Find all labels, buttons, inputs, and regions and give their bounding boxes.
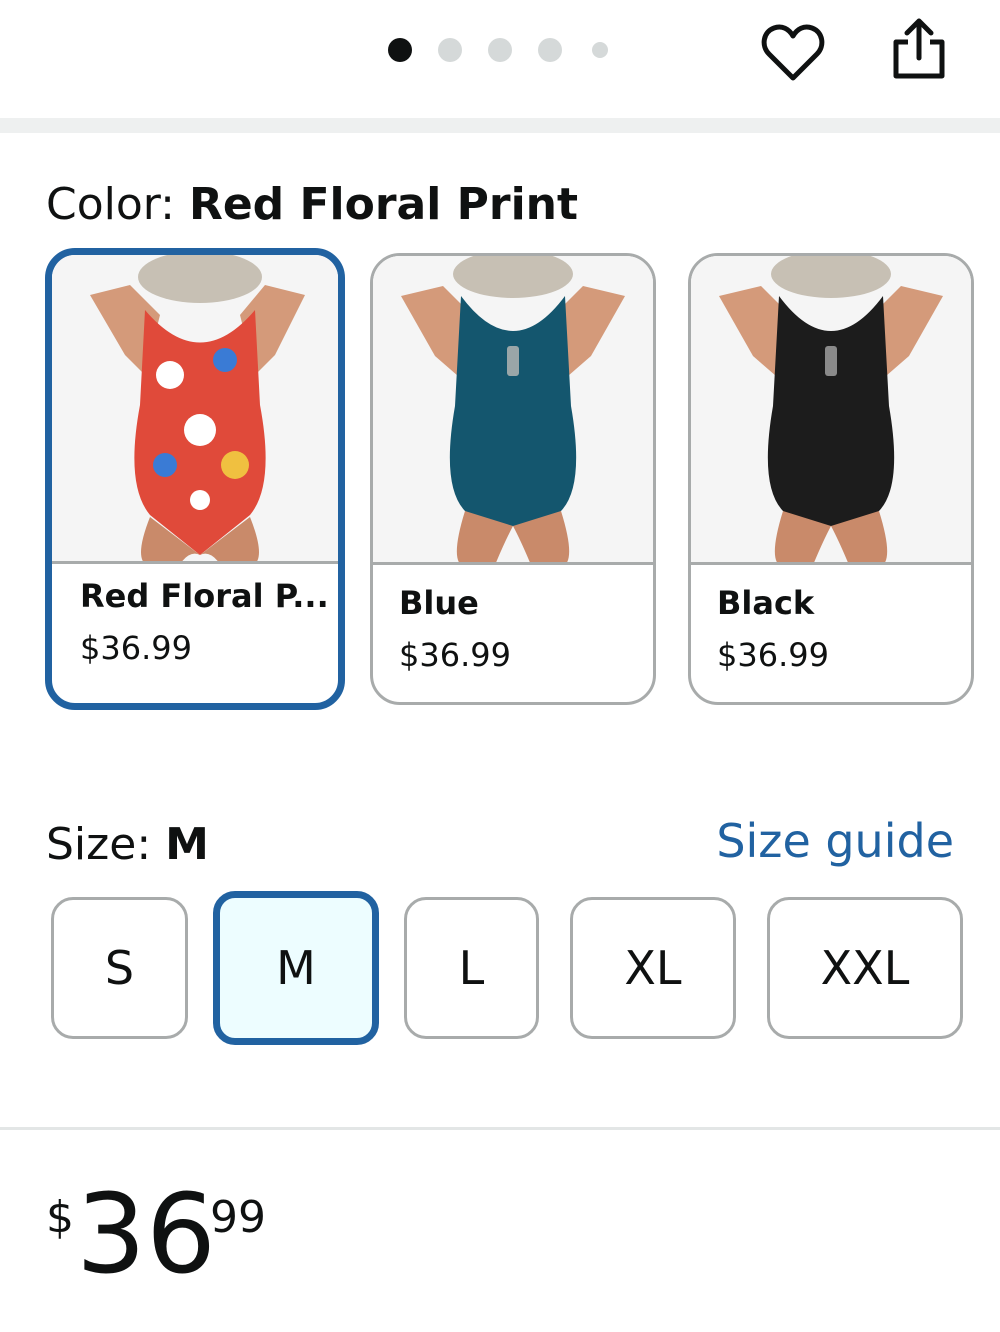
color-option-price: $36.99 (399, 636, 511, 674)
share-icon (893, 18, 945, 79)
product-thumbnail (52, 255, 338, 564)
product-thumbnail (373, 256, 653, 565)
color-option-name: Red Floral P... (80, 577, 329, 615)
top-bar (0, 0, 1000, 118)
color-option-price: $36.99 (717, 636, 829, 674)
wishlist-button[interactable] (760, 20, 826, 86)
size-heading: Size: M (46, 818, 209, 872)
color-option-blue[interactable]: Blue $36.99 (370, 253, 656, 705)
price-currency-symbol: $ (46, 1192, 74, 1243)
size-guide-link[interactable]: Size guide (716, 814, 954, 868)
size-option-l[interactable]: L (404, 897, 539, 1039)
carousel-dot-active[interactable] (388, 38, 412, 62)
color-option-black[interactable]: Black $36.99 (688, 253, 974, 705)
color-option-red-floral[interactable]: Red Floral P... $36.99 (45, 248, 345, 710)
color-option-name: Black (717, 584, 815, 622)
color-label: Color: (46, 179, 175, 230)
size-option-xl[interactable]: XL (570, 897, 736, 1039)
product-thumbnail (691, 256, 971, 565)
share-button[interactable] (888, 16, 950, 82)
image-carousel-indicator[interactable] (388, 37, 634, 63)
size-label: Size: (46, 819, 152, 870)
size-option-m[interactable]: M (213, 891, 379, 1045)
size-option-s[interactable]: S (51, 897, 188, 1039)
color-heading: Color: Red Floral Print (46, 178, 578, 232)
carousel-dot[interactable] (488, 38, 512, 62)
color-option-price: $36.99 (80, 629, 192, 667)
selected-size-value: M (165, 819, 209, 870)
price-whole: 36 (76, 1170, 216, 1298)
carousel-dot[interactable] (438, 38, 462, 62)
section-divider (0, 1127, 1000, 1130)
selected-color-value: Red Floral Print (188, 179, 579, 230)
carousel-dot[interactable] (538, 38, 562, 62)
size-option-xxl[interactable]: XXL (767, 897, 963, 1039)
price-fraction: 99 (210, 1192, 266, 1243)
color-option-name: Blue (399, 584, 479, 622)
carousel-dot[interactable] (592, 42, 608, 58)
heart-icon (761, 24, 825, 81)
section-divider (0, 118, 1000, 133)
